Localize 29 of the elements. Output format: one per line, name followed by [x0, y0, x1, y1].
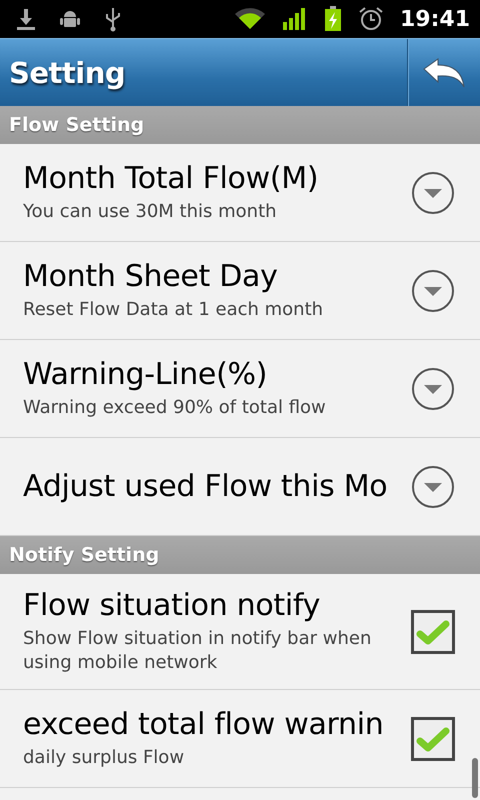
- wifi-icon: [234, 7, 266, 31]
- checkbox[interactable]: [411, 610, 455, 654]
- screen-title: Setting: [9, 56, 126, 90]
- setting-summary: Show Flow situation in notify bar when using mobile network: [23, 627, 372, 675]
- dropdown-icon[interactable]: [411, 268, 455, 312]
- setting-title: Warning-Line(%): [23, 357, 268, 392]
- setting-title: Month Sheet Day: [23, 259, 279, 294]
- dropdown-icon[interactable]: [411, 464, 455, 508]
- battery-charging-icon: [324, 6, 342, 32]
- usb-icon: [104, 6, 122, 32]
- setting-summary: Warning exceed 90% of total flow: [23, 396, 327, 420]
- setting-title: Flow situation notify: [23, 588, 322, 623]
- signal-icon: [282, 7, 308, 31]
- setting-summary: Reset Flow Data at 1 each month: [23, 298, 324, 322]
- dropdown-icon[interactable]: [411, 170, 455, 214]
- checkbox[interactable]: [411, 716, 455, 760]
- back-arrow-icon: [422, 56, 466, 88]
- section-header: Flow Setting: [9, 114, 144, 136]
- alarm-clock-icon: [358, 6, 384, 32]
- download-icon: [16, 8, 36, 30]
- setting-title: Month Total Flow(M): [23, 161, 320, 196]
- scrollbar: [472, 758, 478, 798]
- setting-summary: You can use 30M this month: [23, 200, 278, 224]
- dropdown-icon[interactable]: [411, 366, 455, 410]
- clock-time: 19:41: [400, 6, 470, 32]
- setting-summary: daily surplus Flow: [23, 746, 186, 770]
- setting-title: Adjust used Flow this Mo: [23, 469, 388, 504]
- section-header: Notify Setting: [9, 544, 160, 566]
- setting-title: exceed total flow warnin: [23, 707, 384, 742]
